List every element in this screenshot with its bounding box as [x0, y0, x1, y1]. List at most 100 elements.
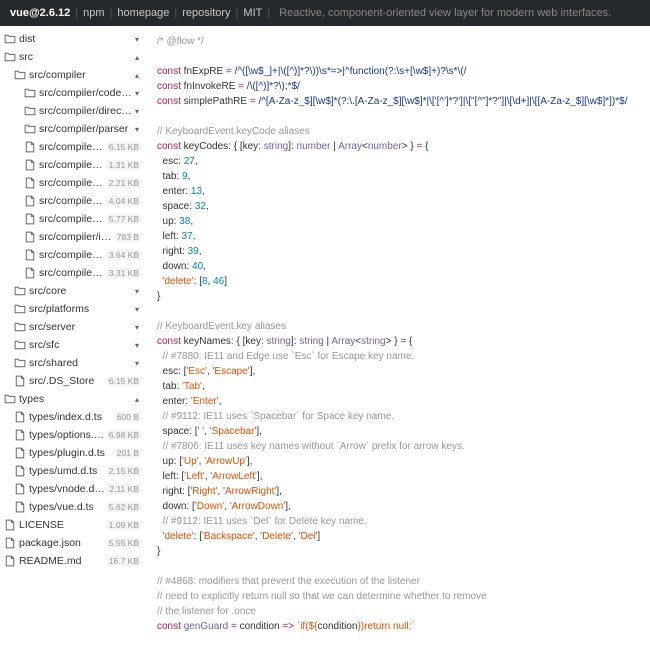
file-icon: [24, 141, 36, 153]
token-str: 'delete': [163, 276, 194, 287]
file-size: 6.15 KB: [107, 376, 141, 386]
file-src-DS_Store[interactable]: src/.DS_Store6.15 KB: [0, 372, 145, 390]
file-icon: [14, 483, 26, 495]
folder-icon: [14, 303, 26, 315]
caret-icon: ▾: [133, 305, 141, 314]
token-num: 13: [191, 186, 202, 197]
tree-label: src/sfc: [29, 339, 133, 351]
caret-icon: ▴: [133, 71, 141, 80]
file-size: 5.55 KB: [107, 538, 141, 548]
token-com: // #9112: IE11 uses `Del` for Delete key…: [157, 516, 367, 527]
token-str: 'Escape': [213, 366, 250, 377]
tree-label: types/plugin.d.ts: [29, 447, 113, 459]
token-kw: const: [157, 141, 181, 152]
topbar-link-homepage[interactable]: homepage: [117, 7, 169, 19]
file-src-compiler-to-fun-[interactable]: src/compiler/to-fun...3.31 KB: [0, 264, 145, 282]
tree-label: dist: [19, 33, 133, 45]
file-types-umd-d-ts[interactable]: types/umd.d.ts2.15 KB: [0, 462, 145, 480]
file-icon: [14, 465, 26, 477]
token-kw: =>: [282, 621, 294, 632]
token-pun: { [: [234, 141, 243, 152]
file-icon: [14, 501, 26, 513]
token-kw: const: [157, 336, 181, 347]
token-pun: ],: [250, 366, 256, 377]
file-src-compiler-create-[interactable]: src/compiler/create-...2.21 KB: [0, 174, 145, 192]
file-size: 5.77 KB: [107, 214, 141, 224]
folder-src-compiler-parser[interactable]: src/compiler/parser▾: [0, 120, 145, 138]
token-str: 'Delete': [260, 531, 293, 542]
file-src-compiler-optimi-[interactable]: src/compiler/optimi...3.64 KB: [0, 246, 145, 264]
folder-src-server[interactable]: src/server▾: [0, 318, 145, 336]
token-pun: ],: [276, 486, 282, 497]
file-types-vue-d-ts[interactable]: types/vue.d.ts5.62 KB: [0, 498, 145, 516]
token-str: 'Left': [184, 471, 205, 482]
folder-src-shared[interactable]: src/shared▾: [0, 354, 145, 372]
file-size: 5.62 KB: [107, 502, 141, 512]
token-str: 'Right': [190, 486, 217, 497]
folder-dist[interactable]: dist▾: [0, 30, 145, 48]
token-pun: left: [: [157, 471, 184, 482]
folder-src-sfc[interactable]: src/sfc▾: [0, 336, 145, 354]
token-pun: ,: [206, 201, 209, 212]
file-types-options-d-ts[interactable]: types/options.d.ts6.98 KB: [0, 426, 145, 444]
folder-icon: [24, 87, 36, 99]
file-types-plugin-d-ts[interactable]: types/plugin.d.ts201 B: [0, 444, 145, 462]
tree-label: types/index.d.ts: [29, 411, 113, 423]
topbar-link-repository[interactable]: repository: [182, 7, 230, 19]
folder-icon: [4, 393, 16, 405]
topbar-link-npm[interactable]: npm: [83, 7, 104, 19]
file-src-compiler-DS_S-[interactable]: src/compiler/.DS_S...6.15 KB: [0, 138, 145, 156]
token-com: // KeyboardEvent.keyCode aliases: [157, 126, 310, 137]
token-pun: tab:: [157, 171, 182, 182]
token-str: 'Up': [182, 456, 199, 467]
token-pun: enter:: [157, 186, 191, 197]
tree-label: src/compiler/directives: [39, 105, 133, 117]
token-pun: ,: [203, 261, 206, 272]
tree-label: src/compiler/parser: [39, 123, 133, 135]
folder-src-core[interactable]: src/core▾: [0, 282, 145, 300]
topbar-link-MIT[interactable]: MIT: [243, 7, 262, 19]
token-com: // need to explicitly return null so tha…: [157, 591, 487, 602]
token-pun: left:: [157, 231, 181, 242]
token-com: // #9112: IE11 uses `Spacebar` for Space…: [157, 411, 394, 422]
folder-src[interactable]: src▴: [0, 48, 145, 66]
file-src-compiler-error-[interactable]: src/compiler/error-...4.04 KB: [0, 192, 145, 210]
token-str: })return null;`: [357, 621, 414, 632]
token-reg: /^([\w$_]+|\([^)]*?\))\s*=>|^function(?:…: [235, 66, 467, 77]
token-pun: ,: [195, 156, 198, 167]
file-README-md[interactable]: README.md16.7 KB: [0, 552, 145, 570]
folder-src-compiler-codegen[interactable]: src/compiler/codegen▾: [0, 84, 145, 102]
tree-label: package.json: [19, 537, 105, 549]
topbar: vue@2.6.12 |npm|homepage|repository|MIT …: [0, 0, 650, 26]
tree-label: src/compiler/to-fun...: [39, 267, 105, 279]
token-pun: right:: [157, 246, 188, 257]
package-name[interactable]: vue@2.6.12: [10, 7, 70, 19]
file-src-compiler-codefr-[interactable]: src/compiler/codefr...1.31 KB: [0, 156, 145, 174]
tree-label: src/compiler/index.js: [39, 231, 113, 243]
tree-label: README.md: [19, 555, 105, 567]
file-package-json[interactable]: package.json5.55 KB: [0, 534, 145, 552]
folder-src-platforms[interactable]: src/platforms▾: [0, 300, 145, 318]
folder-types[interactable]: types▴: [0, 390, 145, 408]
file-LICENSE[interactable]: LICENSE1.09 KB: [0, 516, 145, 534]
token-str: 'ArrowUp': [204, 456, 247, 467]
file-icon: [4, 537, 16, 549]
token-num: 39: [188, 246, 199, 257]
file-types-index-d-ts[interactable]: types/index.d.ts600 B: [0, 408, 145, 426]
token-num: 38: [179, 216, 190, 227]
file-tree[interactable]: dist▾src▴src/compiler▴src/compiler/codeg…: [0, 26, 145, 651]
file-size: 201 B: [115, 448, 141, 458]
file-types-vnode-d-ts[interactable]: types/vnode.d.ts2.11 KB: [0, 480, 145, 498]
folder-src-compiler[interactable]: src/compiler▴: [0, 66, 145, 84]
file-src-compiler-index-js[interactable]: src/compiler/index.js783 B: [0, 228, 145, 246]
token-pun: tab:: [157, 381, 182, 392]
file-src-compiler-helper-[interactable]: src/compiler/helper...5.77 KB: [0, 210, 145, 228]
folder-src-compiler-directives[interactable]: src/compiler/directives▾: [0, 102, 145, 120]
code-viewer[interactable]: /* @flow */ const fnExpRE = /^([\w$_]+|\…: [145, 26, 650, 651]
token-kw: =: [226, 66, 235, 77]
token-pun: : [: [194, 276, 202, 287]
token-pun: : [: [194, 531, 202, 542]
caret-icon: ▾: [133, 107, 141, 116]
token-pun: {: [422, 141, 428, 152]
token-kw: =: [238, 81, 247, 92]
